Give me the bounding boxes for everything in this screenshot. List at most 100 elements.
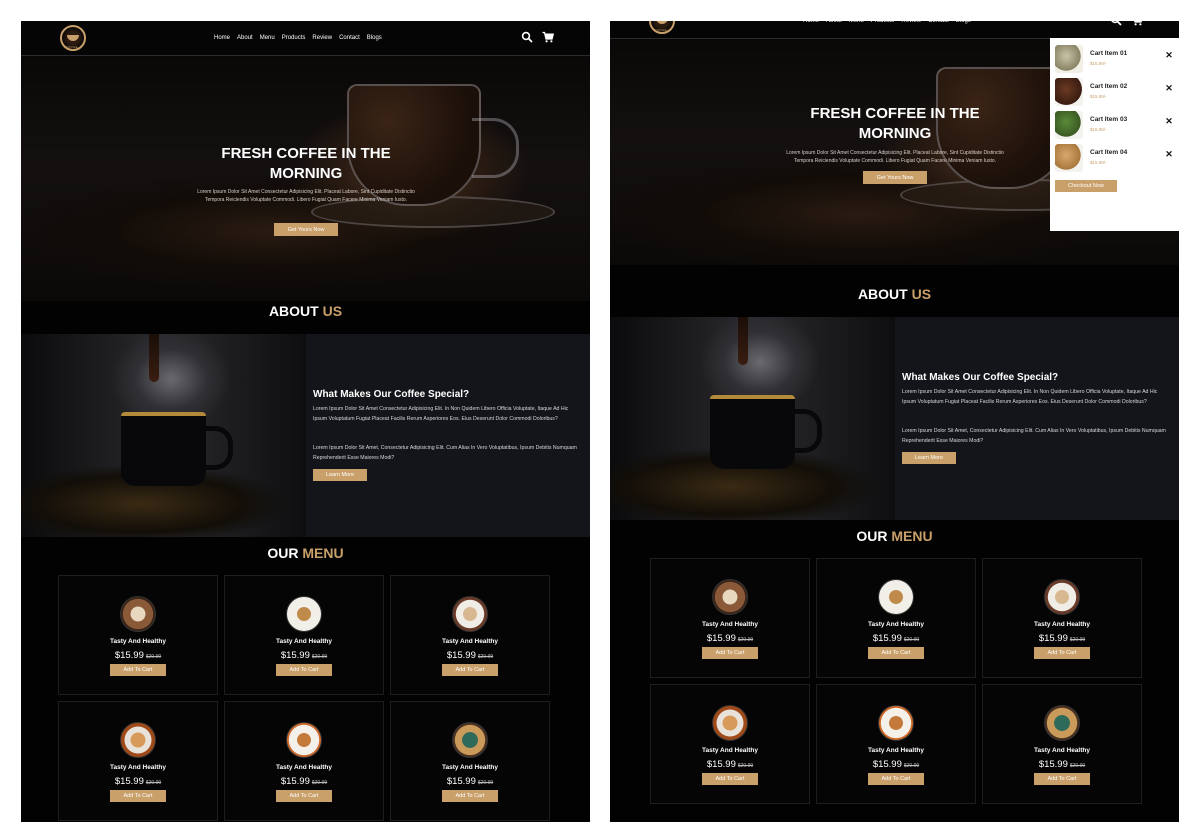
about-heading-accent: US <box>911 286 932 302</box>
learn-more-button[interactable]: Learn More <box>313 469 367 481</box>
menu-item-price-row: $15.99 $20.99 <box>1039 633 1085 644</box>
add-to-cart-button[interactable]: Add To Cart <box>868 773 924 785</box>
menu-item-old-price: $20.99 <box>477 654 494 660</box>
close-icon[interactable]: ✕ <box>1164 50 1174 60</box>
hero-text: Lorem Ipsum Dolor Sit Amet Consectetur A… <box>786 150 1004 164</box>
menu-card: Tasty And Healthy $15.99 $20.99 Add To Ca… <box>224 701 384 821</box>
nav-link-blogs[interactable]: Blogs <box>956 21 971 24</box>
add-to-cart-button[interactable]: Add To Cart <box>868 647 924 659</box>
menu-heading-accent: MENU <box>302 545 344 561</box>
header-icons <box>521 31 554 43</box>
search-icon[interactable] <box>1110 21 1122 26</box>
about-coffee-image <box>21 334 306 537</box>
about-heading-text: ABOUT <box>857 286 908 302</box>
search-icon[interactable] <box>521 31 533 43</box>
nav-link-home[interactable]: Home <box>214 35 230 41</box>
checkout-now-button[interactable]: Checkout Now <box>1055 180 1117 192</box>
add-to-cart-button[interactable]: Add To Cart <box>1034 647 1090 659</box>
about-section: What Makes Our Coffee Special? Lorem Ips… <box>21 334 590 537</box>
menu-item-old-price: $20.99 <box>145 654 162 660</box>
cart-item-thumbnail <box>1055 45 1083 73</box>
menu-item-name: Tasty And Healthy <box>1034 747 1090 754</box>
menu-heading: OUR MENU <box>21 545 590 561</box>
hero-cup-handle-image <box>472 118 519 178</box>
nav-link-menu[interactable]: Menu <box>260 35 275 41</box>
menu-item-name: Tasty And Healthy <box>276 638 332 645</box>
nav-link-products[interactable]: Products <box>871 21 895 24</box>
menu-item-price: $15.99 <box>114 650 144 661</box>
menu-item-price: $15.99 <box>280 776 310 787</box>
add-to-cart-button[interactable]: Add To Cart <box>442 790 498 802</box>
nav-link-contact[interactable]: Contact <box>928 21 949 24</box>
brand-logo[interactable]: COFFEE <box>60 25 86 51</box>
close-icon[interactable]: ✕ <box>1164 83 1174 93</box>
get-yours-now-button[interactable]: Get Yours Now <box>274 223 338 236</box>
about-heading: ABOUT US <box>610 286 1179 302</box>
menu-item-price-row: $15.99 $20.99 <box>447 776 493 787</box>
add-to-cart-button[interactable]: Add To Cart <box>110 790 166 802</box>
about-title: What Makes Our Coffee Special? <box>902 372 1059 383</box>
menu-item-price: $15.99 <box>706 759 736 770</box>
menu-item-old-price: $20.99 <box>477 780 494 786</box>
add-to-cart-button[interactable]: Add To Cart <box>110 664 166 676</box>
brand-logo[interactable]: COFFEE <box>649 21 675 34</box>
menu-card: Tasty And Healthy $15.99 $20.99 Add To Ca… <box>58 575 218 695</box>
mug-handle-image <box>204 426 233 470</box>
about-section: What Makes Our Coffee Special? Lorem Ips… <box>610 317 1179 520</box>
menu-item-name: Tasty And Healthy <box>276 764 332 771</box>
menu-item-name: Tasty And Healthy <box>1034 621 1090 628</box>
about-heading-accent: US <box>322 303 343 319</box>
add-to-cart-button[interactable]: Add To Cart <box>276 790 332 802</box>
nav-link-contact[interactable]: Contact <box>339 35 360 41</box>
add-to-cart-button[interactable]: Add To Cart <box>702 647 758 659</box>
cart-item-price: $15.99/- <box>1090 160 1107 165</box>
nav-link-review[interactable]: Review <box>901 21 921 24</box>
close-icon[interactable]: ✕ <box>1164 149 1174 159</box>
menu-grid: Tasty And Healthy $15.99 $20.99 Add To Ca… <box>650 558 1144 804</box>
add-to-cart-button[interactable]: Add To Cart <box>442 664 498 676</box>
coffee-thumbnail <box>878 579 914 615</box>
cart-item-thumbnail <box>1055 111 1083 139</box>
site-header: COFFEE Home About Menu Products Review C… <box>610 21 1179 39</box>
coffee-thumbnail <box>452 596 488 632</box>
cart-item-name: Cart Item 02 <box>1090 83 1128 90</box>
menu-item-old-price: $20.99 <box>903 637 920 643</box>
menu-item-old-price: $20.99 <box>737 763 754 769</box>
nav-link-review[interactable]: Review <box>312 35 332 41</box>
coffee-drip-image <box>738 317 748 365</box>
menu-card: Tasty And Healthy $15.99 $20.99 Add To Ca… <box>816 684 976 804</box>
menu-item-price-row: $15.99 $20.99 <box>281 650 327 661</box>
menu-item-price: $15.99 <box>446 650 476 661</box>
menu-item-old-price: $20.99 <box>1069 637 1086 643</box>
menu-heading-text: OUR <box>856 528 888 544</box>
cart-item: Cart Item 03 $15.99/- ✕ <box>1055 111 1175 139</box>
menu-card: Tasty And Healthy $15.99 $20.99 Add To Ca… <box>816 558 976 678</box>
coffee-thumbnail <box>1044 705 1080 741</box>
menu-card: Tasty And Healthy $15.99 $20.99 Add To Ca… <box>390 701 550 821</box>
logo-text: COFFEE <box>653 28 667 32</box>
menu-item-price: $15.99 <box>1038 759 1068 770</box>
hero-text: Lorem Ipsum Dolor Sit Amet Consectetur A… <box>197 189 415 203</box>
nav-link-about[interactable]: About <box>237 35 253 41</box>
menu-item-name: Tasty And Healthy <box>110 764 166 771</box>
nav-link-menu[interactable]: Menu <box>849 21 864 24</box>
about-paragraph-2: Lorem Ipsum Dolor Sit Amet, Consectetur … <box>902 428 1166 444</box>
get-yours-now-button[interactable]: Get Yours Now <box>863 171 927 184</box>
learn-more-button[interactable]: Learn More <box>902 452 956 464</box>
add-to-cart-button[interactable]: Add To Cart <box>702 773 758 785</box>
coffee-thumbnail <box>120 596 156 632</box>
coffee-thumbnail <box>286 722 322 758</box>
nav-link-blogs[interactable]: Blogs <box>367 35 382 41</box>
cart-item-thumbnail <box>1055 78 1083 106</box>
menu-card: Tasty And Healthy $15.99 $20.99 Add To Ca… <box>390 575 550 695</box>
hero-section: FRESH COFFEE IN THE MORNING Lorem Ipsum … <box>21 56 590 301</box>
nav-link-home[interactable]: Home <box>803 21 819 24</box>
cart-icon[interactable] <box>1131 21 1143 26</box>
nav-link-about[interactable]: About <box>826 21 842 24</box>
add-to-cart-button[interactable]: Add To Cart <box>276 664 332 676</box>
close-icon[interactable]: ✕ <box>1164 116 1174 126</box>
nav-link-products[interactable]: Products <box>282 35 306 41</box>
add-to-cart-button[interactable]: Add To Cart <box>1034 773 1090 785</box>
cart-item-name: Cart Item 03 <box>1090 116 1128 123</box>
cart-icon[interactable] <box>542 31 554 43</box>
